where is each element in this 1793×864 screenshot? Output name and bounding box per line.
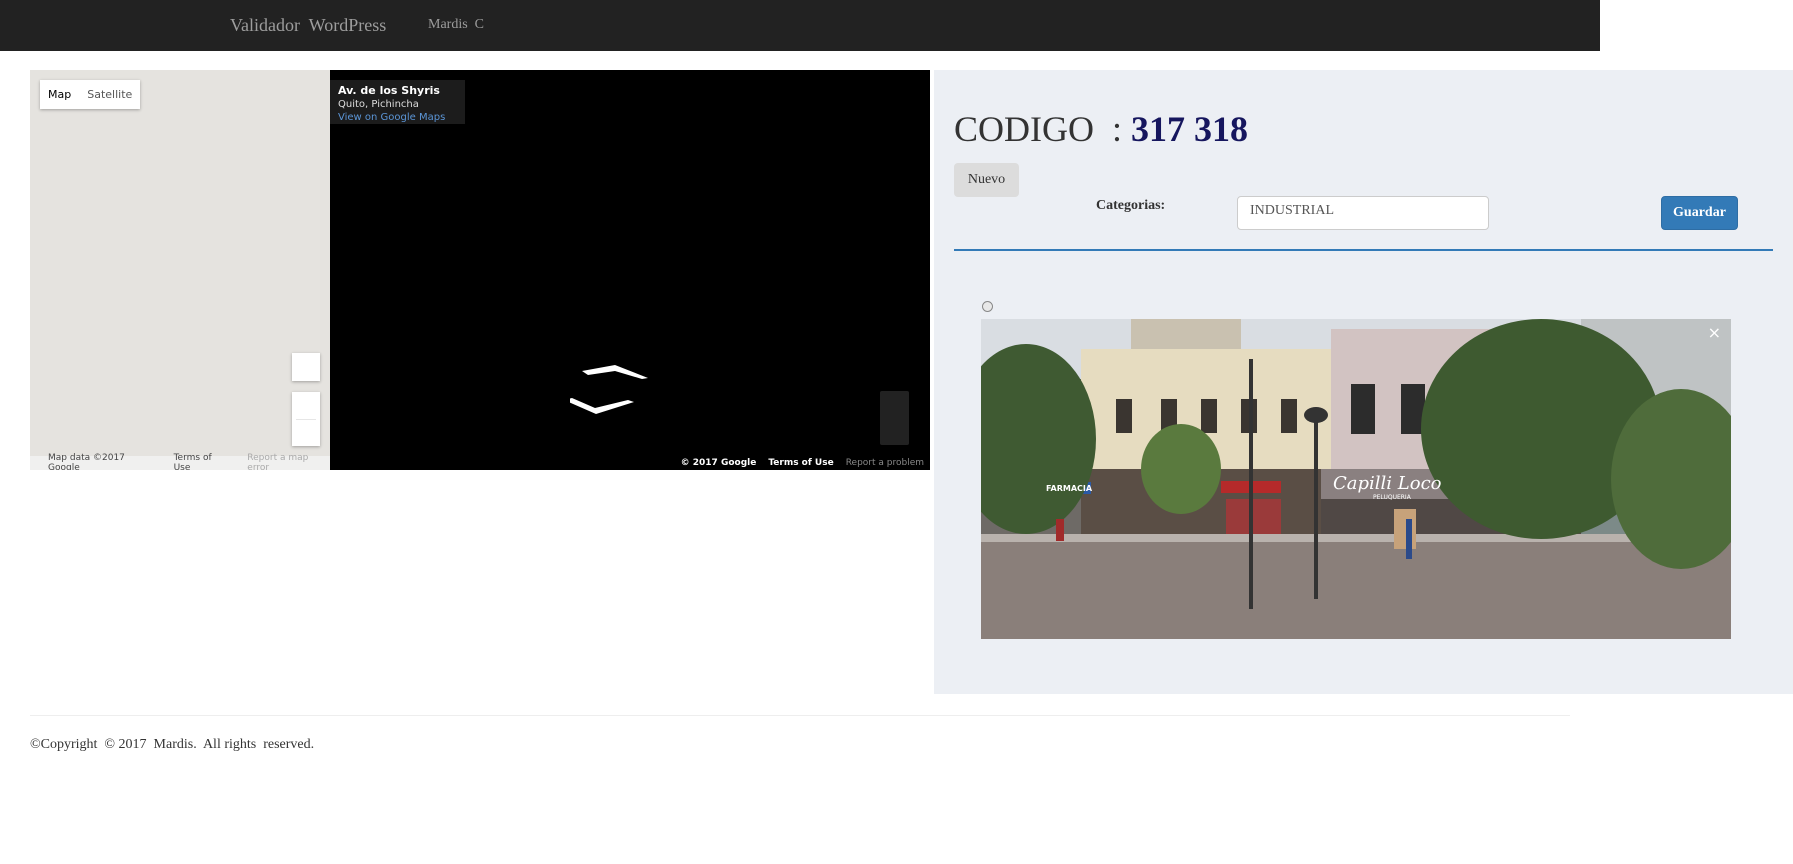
nav-arrow-back[interactable]: [570, 398, 634, 414]
footer-divider: [30, 715, 1570, 716]
map-report-link[interactable]: Report a map error: [247, 453, 330, 470]
section-divider: [954, 249, 1773, 251]
street-view-zoom-control[interactable]: [880, 391, 909, 445]
user-menu-link[interactable]: Mardis C: [428, 17, 484, 33]
close-icon[interactable]: ×: [1708, 323, 1721, 342]
codigo-heading: CODIGO : 317 318: [954, 108, 1248, 150]
photo-select-radio[interactable]: [982, 301, 993, 312]
navigation-arrows-icon[interactable]: [570, 350, 680, 430]
brand-link[interactable]: Validador WordPress: [230, 15, 386, 36]
codigo-label: CODIGO :: [954, 109, 1131, 149]
categorias-input[interactable]: INDUSTRIAL: [1237, 196, 1489, 230]
detail-panel: CODIGO : 317 318 Nuevo Categorias: INDUS…: [934, 70, 1793, 694]
nuevo-button[interactable]: Nuevo: [954, 163, 1019, 197]
shop-sign-text: Capilli Loco: [1333, 473, 1442, 494]
street-view-terms-link[interactable]: Terms of Use: [768, 458, 833, 468]
copyright-text: ©Copyright © 2017 Mardis. All rights res…: [30, 737, 315, 752]
categorias-label: Categorias:: [1096, 198, 1166, 213]
storefront-image: Capilli Loco PELUQUERIA FARMACIA: [981, 319, 1731, 639]
street-view-report-link[interactable]: Report a problem: [846, 458, 924, 468]
map-data-text: Map data ©2017 Google: [48, 453, 125, 470]
street-view-panel[interactable]: Av. de los Shyris Quito, Pichincha View …: [330, 70, 930, 470]
map-type-control: Map Satellite: [40, 80, 141, 109]
street-view-footer: © 2017 Google Terms of Use Report a prob…: [681, 458, 924, 468]
guardar-button[interactable]: Guardar: [1661, 196, 1738, 230]
map-view[interactable]: Map Satellite Map data ©2017 Google Term…: [30, 70, 330, 470]
street-view-info-card: Av. de los Shyris Quito, Pichincha View …: [330, 80, 465, 124]
shop-sub-text: PELUQUERIA: [1373, 494, 1412, 501]
view-on-google-maps-link[interactable]: View on Google Maps: [338, 112, 457, 123]
top-navbar: Validador WordPress Mardis C: [0, 0, 1600, 51]
nav-arrow-forward[interactable]: [582, 365, 648, 379]
pegman-button[interactable]: [292, 353, 320, 381]
storefront-photo: Capilli Loco PELUQUERIA FARMACIA ×: [981, 319, 1731, 639]
map-footer: Map data ©2017 Google Terms of Use Repor…: [30, 453, 330, 470]
map-type-satellite-button[interactable]: Satellite: [79, 80, 140, 109]
codigo-value: 317 318: [1131, 109, 1248, 149]
street-name: Av. de los Shyris: [338, 84, 440, 97]
map-terms-link[interactable]: Terms of Use: [174, 453, 230, 470]
city-name: Quito, Pichincha: [338, 99, 419, 110]
street-view-copyright: © 2017 Google: [680, 458, 757, 468]
farmacia-sign-text: FARMACIA: [1046, 484, 1093, 493]
zoom-control[interactable]: [292, 392, 320, 446]
zoom-divider: [296, 419, 316, 420]
map-type-map-button[interactable]: Map: [40, 80, 79, 109]
